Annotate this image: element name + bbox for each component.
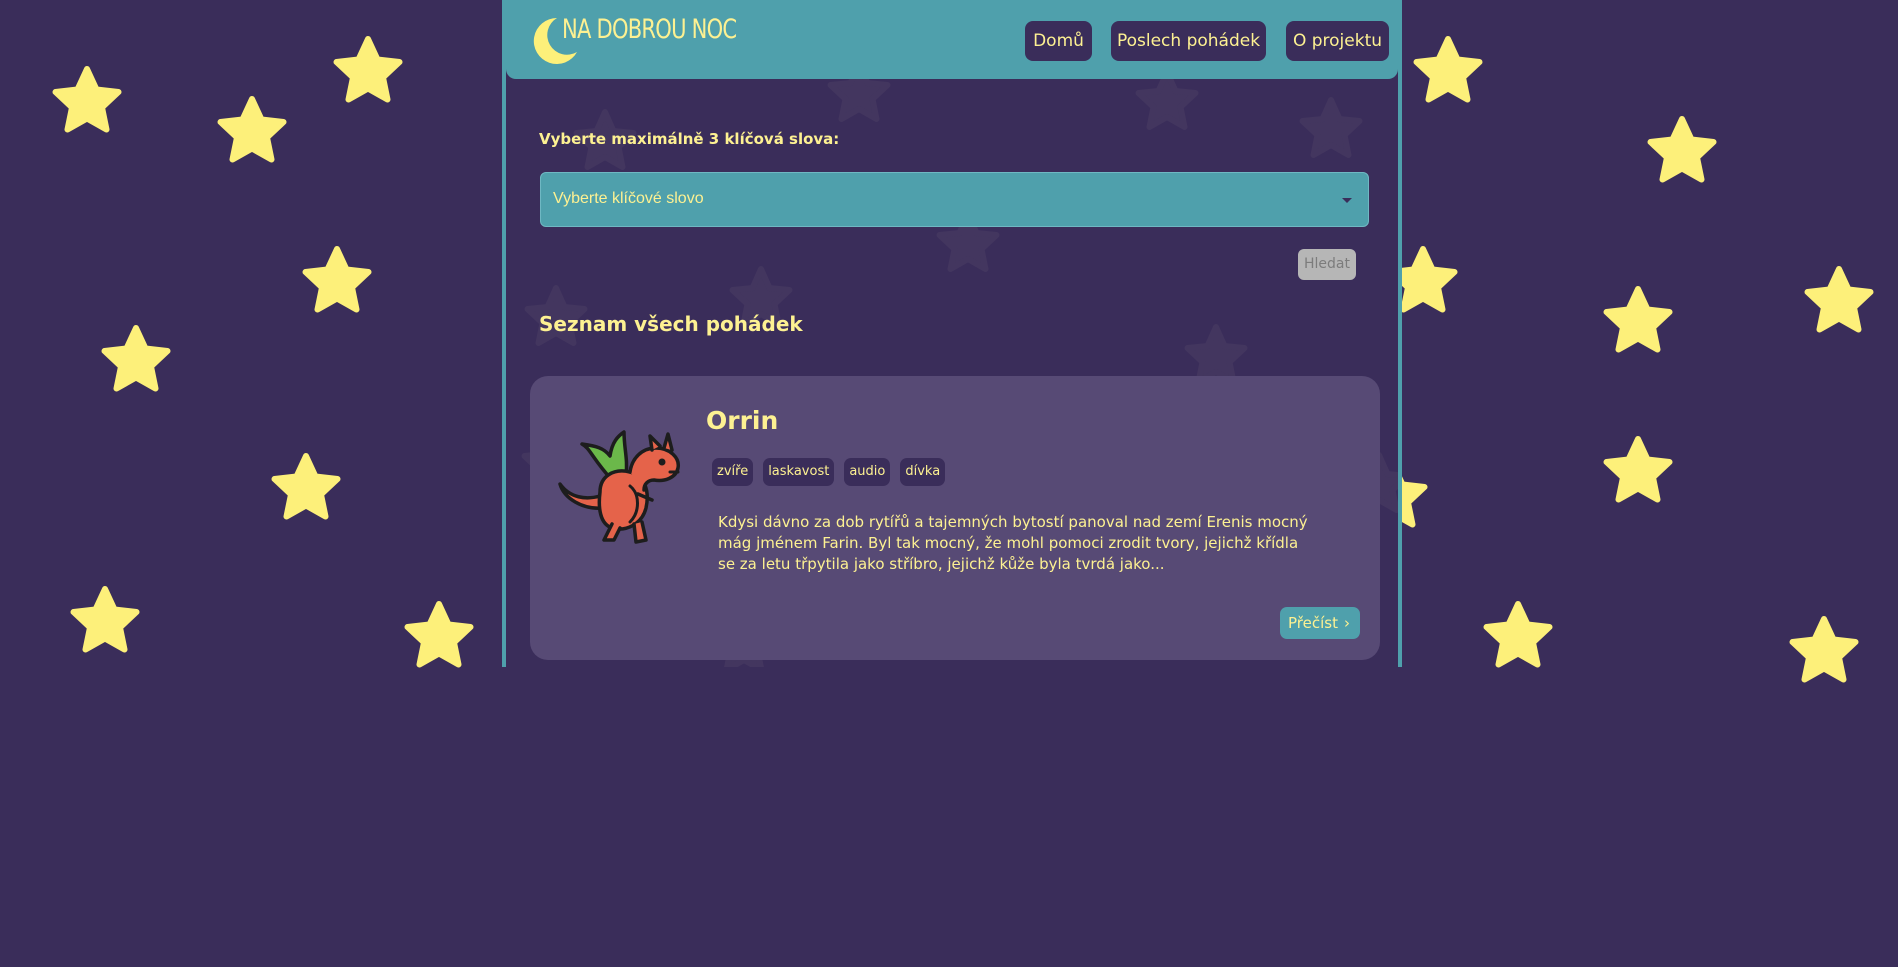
tag-badge[interactable]: audio xyxy=(844,458,891,486)
star-icon xyxy=(74,589,137,650)
star-icon xyxy=(408,604,471,665)
search-button[interactable]: Hledat xyxy=(1298,249,1356,280)
star-icon xyxy=(337,39,400,100)
star-icon xyxy=(1808,269,1871,330)
caret-down-icon xyxy=(1342,198,1352,203)
tag-badge[interactable]: laskavost xyxy=(763,458,835,486)
nav-home-button[interactable]: Domů xyxy=(1025,21,1092,61)
star-icon xyxy=(1793,619,1856,680)
star-icon xyxy=(56,69,119,130)
star-icon xyxy=(1607,439,1670,500)
story-card: Orrin zvíře laskavost audio dívka Kdysi … xyxy=(530,376,1380,660)
site-header: NA DOBROU NOC Domů Poslech pohádek O pro… xyxy=(506,0,1398,79)
faint-star-icon xyxy=(1139,72,1196,127)
star-icon xyxy=(1417,39,1480,100)
keyword-filter-label: Vyberte maximálně 3 klíčová slova: xyxy=(539,130,840,148)
story-tags: zvíře laskavost audio dívka xyxy=(712,458,946,486)
dragon-icon xyxy=(558,430,680,544)
read-button[interactable]: Přečíst › xyxy=(1280,607,1360,639)
star-icon xyxy=(221,99,284,160)
keyword-select-value: Vyberte klíčové slovo xyxy=(553,190,704,207)
faint-star-icon xyxy=(1303,100,1360,155)
star-icon xyxy=(275,456,338,517)
nav-listen-button[interactable]: Poslech pohádek xyxy=(1111,21,1266,61)
keyword-select[interactable]: Vyberte klíčové slovo xyxy=(540,172,1369,227)
story-list-title: Seznam všech pohádek xyxy=(539,312,803,336)
brand-name[interactable]: NA DOBROU NOC xyxy=(562,14,737,45)
story-excerpt: Kdysi dávno za dob rytířů a tajemných by… xyxy=(718,513,1308,573)
main-panel: NA DOBROU NOC Domů Poslech pohádek O pro… xyxy=(502,0,1402,667)
star-icon xyxy=(105,328,168,389)
star-icon xyxy=(1651,119,1714,180)
nav-about-button[interactable]: O projektu xyxy=(1286,21,1389,61)
tag-badge[interactable]: zvíře xyxy=(712,458,754,486)
star-icon xyxy=(1487,604,1550,665)
star-icon xyxy=(1607,289,1670,350)
chevron-right-icon: › xyxy=(1344,614,1350,632)
story-title[interactable]: Orrin xyxy=(706,406,778,435)
faint-star-icon xyxy=(1188,327,1245,382)
tag-badge[interactable]: dívka xyxy=(900,458,946,486)
read-button-label: Přečíst xyxy=(1288,614,1338,632)
star-icon xyxy=(306,249,369,310)
